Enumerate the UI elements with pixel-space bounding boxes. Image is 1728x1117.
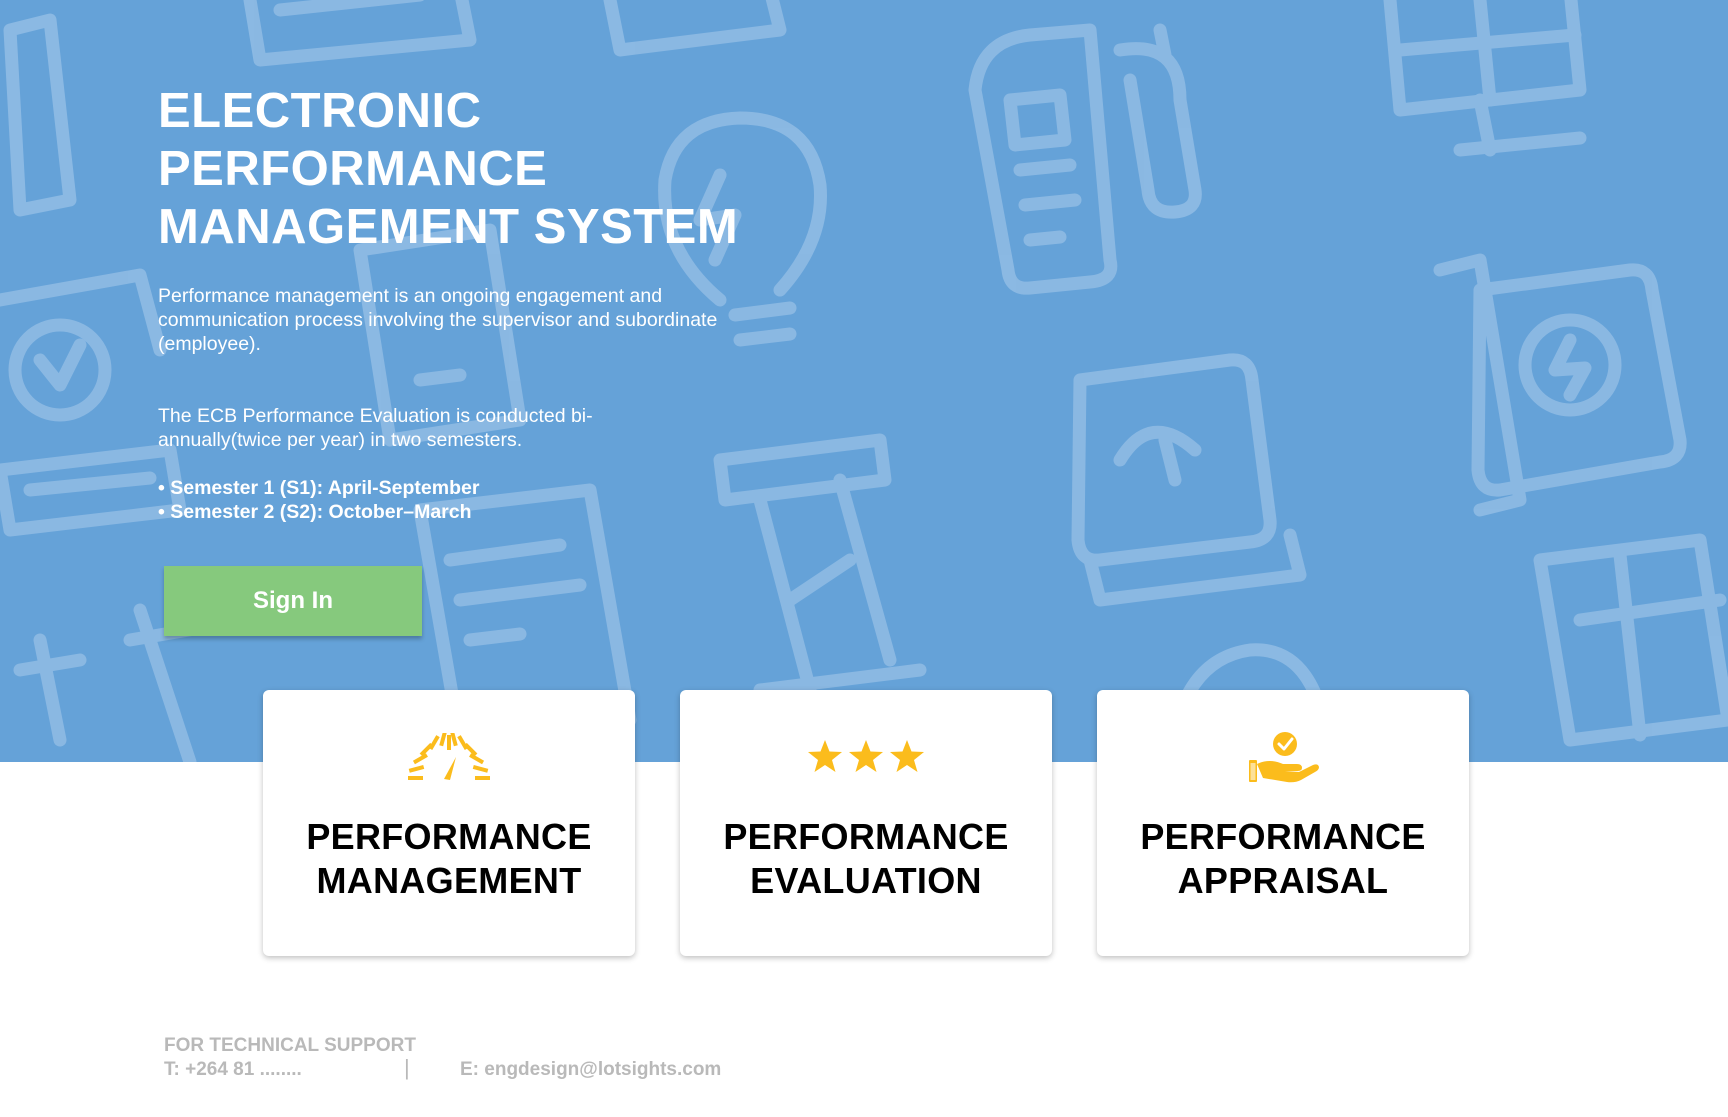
card-title: PERFORMANCE EVALUATION — [680, 815, 1052, 903]
title-line: PERFORMANCE — [158, 142, 548, 196]
card-title-line: MANAGEMENT — [316, 860, 582, 901]
intro-paragraph: Performance management is an ongoing eng… — [158, 285, 718, 355]
evaluation-paragraph: The ECB Performance Evaluation is conduc… — [158, 405, 593, 451]
card-title-line: EVALUATION — [750, 860, 982, 901]
title-line: MANAGEMENT SYSTEM — [158, 200, 739, 254]
page-title: ELECTRONIC PERFORMANCE MANAGEMENT SYSTEM — [158, 82, 778, 256]
sign-in-button[interactable]: Sign In — [164, 566, 422, 636]
card-performance-evaluation: PERFORMANCE EVALUATION — [680, 690, 1052, 956]
card-title-line: PERFORMANCE — [1140, 816, 1426, 857]
title-line: ELECTRONIC — [158, 84, 482, 138]
support-email[interactable]: E: engdesign@lotsights.com — [460, 1058, 721, 1082]
speedometer-icon — [263, 730, 635, 786]
semester-item: • Semester 1 (S1): April-September — [158, 477, 480, 499]
card-performance-management: PERFORMANCE MANAGEMENT — [263, 690, 635, 956]
support-heading: FOR TECHNICAL SUPPORT — [164, 1035, 416, 1056]
card-title-line: PERFORMANCE — [723, 816, 1009, 857]
semester-item: • Semester 2 (S2): October–March — [158, 501, 472, 523]
support-phone: T: +264 81 ........ — [164, 1059, 302, 1080]
three-stars-icon — [680, 730, 1052, 786]
card-title: PERFORMANCE APPRAISAL — [1097, 815, 1469, 903]
card-title-line: APPRAISAL — [1177, 860, 1389, 901]
card-title-line: PERFORMANCE — [306, 816, 592, 857]
card-title: PERFORMANCE MANAGEMENT — [263, 815, 635, 903]
semester-list: • Semester 1 (S1): April-September • Sem… — [158, 476, 778, 524]
hand-checkmark-icon — [1097, 730, 1469, 786]
support-separator: | — [404, 1055, 410, 1080]
hero-section: ELECTRONIC PERFORMANCE MANAGEMENT SYSTEM… — [0, 0, 1728, 762]
hero-content: ELECTRONIC PERFORMANCE MANAGEMENT SYSTEM… — [158, 82, 778, 524]
card-performance-appraisal: PERFORMANCE APPRAISAL — [1097, 690, 1469, 956]
